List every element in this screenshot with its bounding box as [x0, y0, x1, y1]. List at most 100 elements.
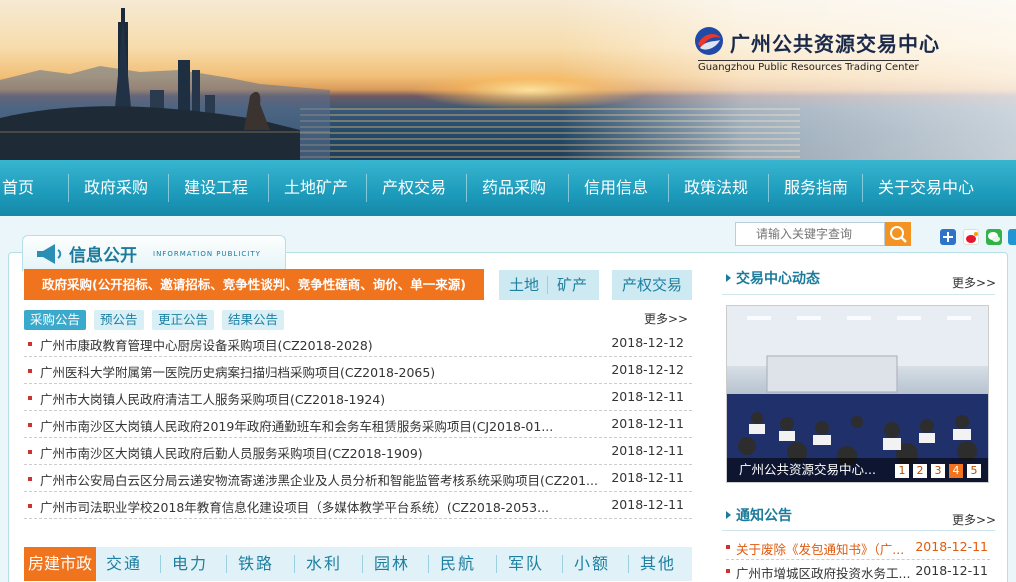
search-box — [735, 222, 911, 246]
category-tab-7[interactable]: 军队 — [508, 547, 544, 581]
category-divider — [428, 555, 429, 573]
search-icon — [890, 226, 907, 243]
procurement-date: 2018-12-11 — [611, 443, 684, 458]
section-title: 信息公开 — [69, 246, 137, 266]
bullet-icon — [28, 450, 32, 454]
logo-emblem-icon — [695, 27, 723, 55]
procurement-title[interactable]: 广州市南沙区大岗镇人民政府后勤人员服务采购项目(CZ2018-1909) — [40, 443, 423, 462]
category-tab-3[interactable]: 铁路 — [238, 547, 274, 581]
category-tab-5[interactable]: 园林 — [374, 547, 410, 581]
slide-page-1[interactable]: 1 — [895, 464, 909, 478]
nav-divider — [862, 174, 863, 202]
dynamics-title: 交易中心动态 — [736, 271, 820, 287]
photo-caption[interactable]: 广州公共资源交易中心... — [739, 459, 876, 478]
procurement-row[interactable]: 广州市司法职业学校2018年教育信息化建设项目（多媒体教学平台系统）(CZ201… — [24, 492, 692, 519]
nav-item-land-mineral[interactable]: 土地矿产 — [284, 160, 348, 216]
category-tab-9[interactable]: 其他 — [640, 547, 676, 581]
subtab-pre-notice[interactable]: 预公告 — [94, 310, 144, 330]
category-divider — [362, 555, 363, 573]
category-tab-8[interactable]: 小额 — [574, 547, 610, 581]
category-tab-0[interactable]: 房建市政 — [24, 547, 97, 581]
notices-more-link[interactable]: 更多>> — [952, 511, 996, 528]
wechat-icon[interactable] — [986, 229, 1002, 245]
nav-item-property-trading[interactable]: 产权交易 — [382, 160, 446, 216]
procurement-title[interactable]: 广州市康政教育管理中心厨房设备采购项目(CZ2018-2028) — [40, 335, 373, 354]
notice-title[interactable]: 关于废除《发包通知书》（广... — [736, 539, 904, 558]
procurement-row[interactable]: 广州市大岗镇人民政府清洁工人服务采购项目(CZ2018-1924) 2018-12… — [24, 384, 692, 411]
bullet-icon — [28, 504, 32, 508]
section-subtitle: INFORMATION PUBLICITY — [153, 250, 261, 258]
bullet-arrow-icon — [726, 274, 731, 282]
subtab-result-notice[interactable]: 结果公告 — [222, 310, 285, 330]
nav-item-policies[interactable]: 政策法规 — [684, 160, 748, 216]
nav-divider — [366, 174, 367, 202]
procurement-row[interactable]: 广州市南沙区大岗镇人民政府后勤人员服务采购项目(CZ2018-1909) 2018… — [24, 438, 692, 465]
procurement-title[interactable]: 广州市大岗镇人民政府清洁工人服务采购项目(CZ2018-1924) — [40, 389, 385, 408]
procurement-more-link[interactable]: 更多>> — [644, 310, 688, 327]
nav-item-construction[interactable]: 建设工程 — [184, 160, 248, 216]
procurement-title[interactable]: 广州医科大学附属第一医院历史病案扫描归档采购项目(CZ2018-2065) — [40, 362, 435, 381]
category-tab-2[interactable]: 电力 — [172, 547, 208, 581]
divider — [722, 294, 995, 295]
bullet-icon — [726, 569, 730, 573]
search-button[interactable] — [885, 222, 911, 246]
dynamics-more-link[interactable]: 更多>> — [952, 274, 996, 291]
slide-page-2[interactable]: 2 — [913, 464, 927, 478]
nav-divider — [466, 174, 467, 202]
subtab-correction-notice[interactable]: 更正公告 — [152, 310, 215, 330]
engineering-category-tabs: 房建市政 交通 电力 铁路 水利 园林 民航 军队 小额 其他 — [24, 547, 692, 581]
news-photo-slider[interactable]: 广州公共资源交易中心... 1 2 3 4 5 — [726, 305, 989, 483]
slide-page-5[interactable]: 5 — [967, 464, 981, 478]
logo-name-en: Guangzhou Public Resources Trading Cente… — [698, 60, 919, 73]
nav-divider — [568, 174, 569, 202]
procurement-title[interactable]: 广州市公安局白云区分局云递安物流寄递涉黑企业及人员分析和智能监管考核系统采购项目… — [40, 470, 598, 489]
nav-item-drug-procurement[interactable]: 药品采购 — [482, 160, 546, 216]
bullet-icon — [28, 477, 32, 481]
land-mineral-tab: 土地 矿产 — [499, 270, 599, 300]
search-input[interactable] — [735, 222, 885, 246]
tab-land[interactable]: 土地 — [509, 270, 539, 300]
notice-date: 2018-12-11 — [915, 563, 988, 578]
weibo-icon[interactable] — [963, 229, 979, 245]
tab-property[interactable]: 产权交易 — [612, 270, 692, 300]
category-divider — [496, 555, 497, 573]
megaphone-icon — [37, 244, 62, 264]
nav-item-service-guide[interactable]: 服务指南 — [784, 160, 848, 216]
nav-item-government-procurement[interactable]: 政府采购 — [84, 160, 148, 216]
qq-icon[interactable] — [1008, 229, 1016, 245]
category-tab-4[interactable]: 水利 — [306, 547, 342, 581]
slide-page-4[interactable]: 4 — [949, 464, 963, 478]
notice-item[interactable]: 关于废除《发包通知书》（广... 2018-12-11 — [726, 536, 990, 560]
procurement-banner[interactable]: 政府采购(公开招标、邀请招标、竞争性谈判、竞争性磋商、询价、单一来源) — [24, 269, 484, 300]
procurement-row[interactable]: 广州市康政教育管理中心厨房设备采购项目(CZ2018-2028) 2018-12-… — [24, 330, 692, 357]
subtab-purchase-notice[interactable]: 采购公告 — [24, 310, 87, 330]
category-divider — [628, 555, 629, 573]
procurement-row[interactable]: 广州市公安局白云区分局云递安物流寄递涉黑企业及人员分析和智能监管考核系统采购项目… — [24, 465, 692, 492]
procurement-date: 2018-12-12 — [611, 362, 684, 377]
category-tab-1[interactable]: 交通 — [106, 547, 142, 581]
nav-item-credit-info[interactable]: 信用信息 — [584, 160, 648, 216]
procurement-list: 广州市康政教育管理中心厨房设备采购项目(CZ2018-2028) 2018-12-… — [24, 330, 692, 519]
category-divider — [562, 555, 563, 573]
main-nav: 首页 政府采购 建设工程 土地矿产 产权交易 药品采购 信用信息 政策法规 服务指南 关于交易中心 — [0, 160, 1016, 216]
tab-mineral[interactable]: 矿产 — [557, 270, 587, 300]
nav-item-home[interactable]: 首页 — [2, 160, 34, 216]
procurement-row[interactable]: 广州医科大学附属第一医院历史病案扫描归档采购项目(CZ2018-2065) 201… — [24, 357, 692, 384]
procurement-row[interactable]: 广州市南沙区大岗镇人民政府2019年政府通勤班车和会务车租赁服务采购项目(CJ2… — [24, 411, 692, 438]
plus-icon[interactable] — [940, 229, 956, 245]
procurement-title[interactable]: 广州市南沙区大岗镇人民政府2019年政府通勤班车和会务车租赁服务采购项目(CJ2… — [40, 416, 553, 435]
notices-title: 通知公告 — [736, 508, 792, 524]
procurement-title[interactable]: 广州市司法职业学校2018年教育信息化建设项目（多媒体教学平台系统）(CZ201… — [40, 497, 549, 516]
notice-date: 2018-12-11 — [915, 539, 988, 554]
bullet-icon — [28, 369, 32, 373]
category-tab-6[interactable]: 民航 — [440, 547, 476, 581]
bullet-arrow-icon — [726, 511, 731, 519]
notice-title[interactable]: 广州市增城区政府投资水务工... — [736, 563, 910, 582]
nav-divider — [68, 174, 69, 202]
bullet-icon — [28, 396, 32, 400]
procurement-date: 2018-12-11 — [611, 470, 684, 485]
bullet-icon — [28, 423, 32, 427]
notice-item[interactable]: 广州市增城区政府投资水务工... 2018-12-11 — [726, 560, 990, 582]
nav-item-about[interactable]: 关于交易中心 — [878, 160, 974, 216]
slide-page-3[interactable]: 3 — [931, 464, 945, 478]
